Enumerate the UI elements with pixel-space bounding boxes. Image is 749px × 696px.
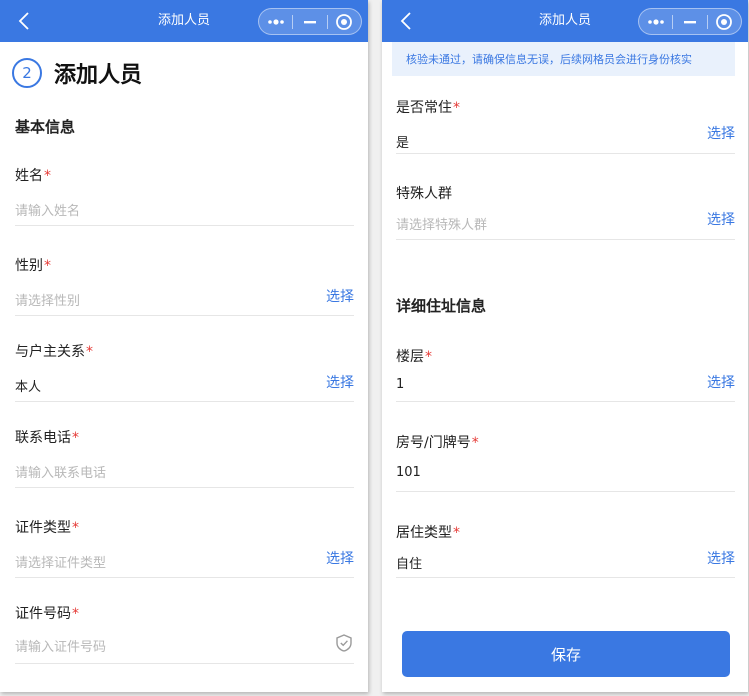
field-relationship[interactable]: 与户主关系* 本人 选择 xyxy=(15,341,354,425)
field-floor[interactable]: 楼层* 1 选择 xyxy=(396,346,735,430)
residence-type-value[interactable]: 自住 xyxy=(396,553,422,572)
required-mark: * xyxy=(44,168,51,184)
divider xyxy=(15,487,354,488)
field-label: 居住类型 xyxy=(396,525,452,541)
more-dots-icon xyxy=(647,18,664,25)
divider xyxy=(15,663,354,664)
verification-notice: 核验未通过，请确保信息无误，后续网格员会进行身份核实 xyxy=(392,42,735,76)
close-button[interactable] xyxy=(328,9,361,34)
required-mark: * xyxy=(86,344,93,360)
phone-screen-left: 添加人员 2 添加人员 基本信息 姓名* 请输入姓名 性别* 请选择性别 选择 xyxy=(0,0,368,692)
step-number: 2 xyxy=(12,58,42,88)
capsule-menu xyxy=(638,8,742,35)
field-residence-type[interactable]: 居住类型* 自住 选择 xyxy=(396,522,735,606)
field-label: 证件号码 xyxy=(15,606,71,622)
field-phone[interactable]: 联系电话* 请输入联系电话 xyxy=(15,427,354,511)
nav-bar: 添加人员 xyxy=(0,0,368,42)
divider xyxy=(15,577,354,578)
close-target-icon xyxy=(336,13,353,30)
select-button[interactable]: 选择 xyxy=(707,123,735,143)
phone-input[interactable]: 请输入联系电话 xyxy=(15,462,106,481)
shield-check-icon[interactable] xyxy=(334,633,354,653)
relationship-value[interactable]: 本人 xyxy=(15,376,41,395)
floor-value[interactable]: 1 xyxy=(396,377,404,392)
divider xyxy=(396,577,735,578)
divider xyxy=(15,401,354,402)
section-title-address: 详细住址信息 xyxy=(396,297,487,315)
name-input[interactable]: 请输入姓名 xyxy=(15,200,80,219)
required-mark: * xyxy=(72,520,79,536)
more-button[interactable] xyxy=(639,9,672,34)
field-label: 与户主关系 xyxy=(15,344,85,360)
chevron-left-icon xyxy=(400,12,411,30)
select-button[interactable]: 选择 xyxy=(326,286,354,306)
field-label: 姓名 xyxy=(15,168,43,184)
nav-bar: 添加人员 xyxy=(382,0,748,42)
field-label: 是否常住 xyxy=(396,100,452,116)
field-id-type[interactable]: 证件类型* 请选择证件类型 选择 xyxy=(15,517,354,601)
gender-select[interactable]: 请选择性别 xyxy=(15,290,80,309)
field-label: 联系电话 xyxy=(15,430,71,446)
id-number-input[interactable]: 请输入证件号码 xyxy=(15,636,106,655)
special-group-select[interactable]: 请选择特殊人群 xyxy=(396,214,487,233)
id-type-select[interactable]: 请选择证件类型 xyxy=(15,552,106,571)
capsule-menu xyxy=(258,8,362,35)
select-button[interactable]: 选择 xyxy=(707,209,735,229)
required-mark: * xyxy=(44,258,51,274)
required-mark: * xyxy=(453,525,460,541)
field-id-number[interactable]: 证件号码* 请输入证件号码 xyxy=(15,603,354,687)
required-mark: * xyxy=(425,349,432,365)
field-special-group[interactable]: 特殊人群 请选择特殊人群 选择 xyxy=(396,183,735,267)
divider xyxy=(15,315,354,316)
minimize-icon xyxy=(303,20,316,23)
phone-screen-right: 添加人员 核验未通过，请确保信息无误，后续网格员会进行身份核实 是否常住* 是 … xyxy=(382,0,748,692)
field-label: 特殊人群 xyxy=(396,186,452,202)
field-label: 性别 xyxy=(15,258,43,274)
divider xyxy=(15,225,354,226)
minimize-button[interactable] xyxy=(293,9,326,34)
divider xyxy=(396,401,735,402)
divider xyxy=(396,491,735,492)
select-button[interactable]: 选择 xyxy=(707,548,735,568)
select-button[interactable]: 选择 xyxy=(707,372,735,392)
room-number-input[interactable]: 101 xyxy=(396,465,421,480)
divider xyxy=(396,239,735,240)
more-dots-icon xyxy=(267,18,284,25)
field-room-number[interactable]: 房号/门牌号* 101 xyxy=(396,432,735,516)
field-gender[interactable]: 性别* 请选择性别 选择 xyxy=(15,255,354,339)
page-heading: 2 添加人员 xyxy=(12,55,142,91)
field-label: 证件类型 xyxy=(15,520,71,536)
field-name[interactable]: 姓名* 请输入姓名 xyxy=(15,165,354,249)
chevron-left-icon xyxy=(18,12,29,30)
back-button[interactable] xyxy=(394,7,418,35)
page-title: 添加人员 xyxy=(54,63,143,88)
select-button[interactable]: 选择 xyxy=(326,548,354,568)
select-button[interactable]: 选择 xyxy=(326,372,354,392)
field-label: 楼层 xyxy=(396,349,424,365)
field-permanent-resident[interactable]: 是否常住* 是 选择 xyxy=(396,97,735,181)
required-mark: * xyxy=(471,435,479,451)
divider xyxy=(396,153,735,154)
permanent-resident-value[interactable]: 是 xyxy=(396,132,409,151)
required-mark: * xyxy=(72,606,79,622)
minimize-icon xyxy=(683,20,696,23)
close-button[interactable] xyxy=(708,9,741,34)
more-button[interactable] xyxy=(259,9,292,34)
section-title-basic-info: 基本信息 xyxy=(15,118,76,136)
save-button[interactable]: 保存 xyxy=(402,631,730,677)
close-target-icon xyxy=(716,13,733,30)
field-label: 房号/门牌号 xyxy=(396,435,471,451)
back-button[interactable] xyxy=(12,7,36,35)
required-mark: * xyxy=(72,430,79,446)
required-mark: * xyxy=(453,100,460,116)
minimize-button[interactable] xyxy=(673,9,706,34)
